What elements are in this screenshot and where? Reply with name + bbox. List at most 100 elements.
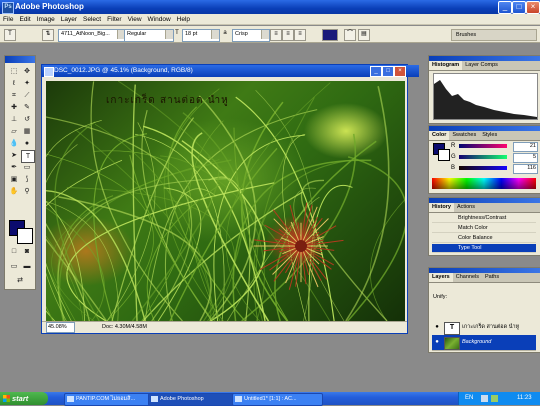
background-color-swatch[interactable] bbox=[17, 228, 33, 244]
app-title-bar: Ps Adobe Photoshop _ □ × bbox=[0, 0, 540, 14]
start-button[interactable]: start bbox=[0, 392, 48, 405]
system-tray: EN 11:23 bbox=[458, 392, 540, 405]
eraser-tool-icon[interactable]: ▱ bbox=[8, 126, 20, 137]
image-canvas[interactable]: เกาะเกร็ด สานต่อด นำหู bbox=[46, 81, 405, 321]
text-orientation-icon[interactable]: ⇅ bbox=[42, 29, 54, 41]
canvas-text-layer[interactable]: เกาะเกร็ด สานต่อด นำหู bbox=[106, 93, 229, 108]
network-icon[interactable] bbox=[491, 395, 498, 402]
tab-color[interactable]: Color bbox=[429, 131, 450, 140]
history-item[interactable]: Color Balance bbox=[432, 234, 536, 243]
marquee-tool-icon[interactable]: ⬚ bbox=[8, 66, 20, 77]
font-family-select[interactable]: 4711_AtNoon_Big... bbox=[58, 29, 126, 42]
color-background-swatch[interactable] bbox=[438, 149, 450, 161]
crop-tool-icon[interactable]: ⌗ bbox=[8, 90, 20, 101]
red-value[interactable]: 21 bbox=[513, 142, 538, 152]
eye-icon[interactable]: ● bbox=[433, 335, 441, 350]
standard-mode-icon[interactable]: □ bbox=[8, 246, 20, 257]
menu-help[interactable]: Help bbox=[174, 14, 193, 25]
path-selection-icon[interactable]: ➤ bbox=[8, 150, 20, 161]
tab-history[interactable]: History bbox=[429, 203, 454, 212]
menu-image[interactable]: Image bbox=[34, 14, 58, 25]
menu-file[interactable]: File bbox=[0, 14, 16, 25]
tab-styles[interactable]: Styles bbox=[479, 131, 500, 140]
red-slider[interactable]: R 21 bbox=[451, 142, 538, 152]
text-color-swatch[interactable] bbox=[322, 29, 338, 41]
healing-brush-icon[interactable]: ✚ bbox=[8, 102, 20, 113]
clone-stamp-icon[interactable]: ⊥ bbox=[8, 114, 20, 125]
menu-layer[interactable]: Layer bbox=[58, 14, 80, 25]
tab-layer-comps[interactable]: Layer Comps bbox=[462, 61, 501, 70]
close-button[interactable]: × bbox=[526, 1, 540, 14]
type-tool-preset-icon[interactable]: T bbox=[4, 29, 16, 41]
tab-channels[interactable]: Channels bbox=[453, 273, 482, 282]
hand-tool-icon[interactable]: ✋ bbox=[8, 186, 20, 197]
doc-close-button[interactable]: × bbox=[394, 66, 406, 77]
layers-unify-label: Unify: bbox=[433, 294, 448, 300]
doc-maximize-button[interactable]: □ bbox=[382, 66, 394, 77]
magic-wand-tool-icon[interactable]: ✦ bbox=[21, 78, 33, 89]
screen-mode-full-icon[interactable]: ▬ bbox=[21, 261, 33, 272]
gradient-tool-icon[interactable]: ▦ bbox=[21, 126, 33, 137]
brushes-palette-tab[interactable]: Brushes bbox=[451, 29, 537, 41]
screen-mode-standard-icon[interactable]: ▭ bbox=[8, 261, 20, 272]
history-item-selected[interactable]: Type Tool bbox=[432, 244, 536, 253]
menu-view[interactable]: View bbox=[125, 14, 145, 25]
maximize-button[interactable]: □ bbox=[512, 1, 526, 14]
menu-edit[interactable]: Edit bbox=[16, 14, 33, 25]
font-style-select[interactable]: Regular bbox=[124, 29, 174, 42]
menu-filter[interactable]: Filter bbox=[104, 14, 124, 25]
taskbar-item-browser[interactable]: PANTIP.COM ไม่ยอมสิ... bbox=[64, 393, 155, 406]
zoom-level-field[interactable]: 45.08% bbox=[46, 322, 75, 333]
eye-icon[interactable]: ● bbox=[433, 320, 441, 335]
menu-window[interactable]: Window bbox=[145, 14, 174, 25]
clock: 11:23 bbox=[517, 395, 532, 401]
document-title-bar[interactable]: DSC_0012.JPG @ 45.1% (Background, RGB/8) bbox=[42, 65, 419, 77]
browser-icon bbox=[67, 396, 74, 402]
taskbar-item-untitled[interactable]: Untitled1* [1:1] : AC... bbox=[232, 393, 323, 406]
blue-slider[interactable]: B 116 bbox=[451, 164, 538, 174]
tab-swatches[interactable]: Swatches bbox=[449, 131, 479, 140]
font-size-select[interactable]: 18 pt bbox=[182, 29, 220, 42]
language-indicator[interactable]: EN bbox=[465, 392, 473, 405]
document-icon bbox=[44, 67, 54, 77]
eyedropper-tool-icon[interactable]: ⟆ bbox=[21, 174, 33, 185]
blur-tool-icon[interactable]: 💧 bbox=[8, 138, 20, 149]
tab-paths[interactable]: Paths bbox=[482, 273, 502, 282]
menu-select[interactable]: Select bbox=[80, 14, 104, 25]
align-right-icon[interactable]: ≡ bbox=[294, 29, 306, 41]
align-left-icon[interactable]: ≡ bbox=[270, 29, 282, 41]
pen-tool-icon[interactable]: ✒ bbox=[8, 162, 20, 173]
move-tool-icon[interactable]: ✥ bbox=[21, 66, 33, 77]
quick-mask-icon[interactable]: ◙ bbox=[21, 246, 33, 257]
green-slider[interactable]: G 5 bbox=[451, 153, 538, 163]
align-center-icon[interactable]: ≡ bbox=[282, 29, 294, 41]
history-item[interactable]: Brightness/Contrast bbox=[432, 214, 536, 223]
warp-text-icon[interactable]: ⌒ bbox=[344, 29, 356, 41]
taskbar-item-photoshop[interactable]: Adobe Photoshop bbox=[148, 393, 239, 406]
notes-tool-icon[interactable]: ▣ bbox=[8, 174, 20, 185]
color-spectrum-bar[interactable] bbox=[432, 178, 536, 189]
histogram-palette: Histogram Layer Comps bbox=[428, 55, 540, 124]
shape-tool-icon[interactable]: ▭ bbox=[21, 162, 33, 173]
lasso-tool-icon[interactable]: ℓ bbox=[8, 78, 20, 89]
jump-to-imageready-icon[interactable]: ⇄ bbox=[14, 275, 26, 286]
tab-histogram[interactable]: Histogram bbox=[429, 61, 463, 70]
anti-alias-select[interactable]: Crisp bbox=[232, 29, 270, 42]
slice-tool-icon[interactable]: ⟋ bbox=[21, 90, 33, 101]
minimize-button[interactable]: _ bbox=[498, 1, 512, 14]
doc-minimize-button[interactable]: _ bbox=[370, 66, 382, 77]
blue-value[interactable]: 116 bbox=[513, 164, 538, 174]
zoom-tool-icon[interactable]: ⚲ bbox=[21, 186, 33, 197]
dodge-tool-icon[interactable]: ● bbox=[21, 138, 33, 149]
tab-actions[interactable]: Actions bbox=[454, 203, 478, 212]
history-item[interactable]: Match Color bbox=[432, 224, 536, 233]
history-brush-icon[interactable]: ↺ bbox=[21, 114, 33, 125]
character-palette-icon[interactable]: ▤ bbox=[358, 29, 370, 41]
tab-layers[interactable]: Layers bbox=[429, 273, 453, 282]
history-palette: History Actions Brightness/Contrast Match… bbox=[428, 197, 540, 256]
brush-tool-icon[interactable]: ✎ bbox=[21, 102, 33, 113]
volume-icon[interactable] bbox=[481, 395, 488, 402]
layer-row-background[interactable]: ● Background bbox=[432, 335, 536, 351]
green-value[interactable]: 5 bbox=[513, 153, 538, 163]
layer-row-text[interactable]: ● T เกาะเกร็ด สานต่อด นำหู bbox=[432, 320, 536, 336]
